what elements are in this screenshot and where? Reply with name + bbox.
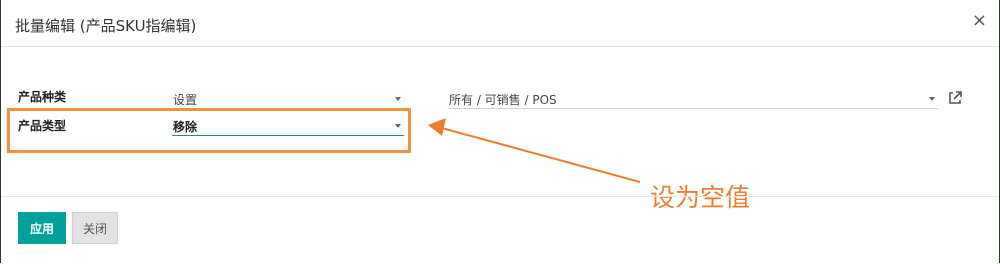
close-button[interactable]: 关闭 [72, 212, 118, 244]
apply-button[interactable]: 应用 [18, 212, 66, 244]
dialog-footer [1, 196, 999, 264]
